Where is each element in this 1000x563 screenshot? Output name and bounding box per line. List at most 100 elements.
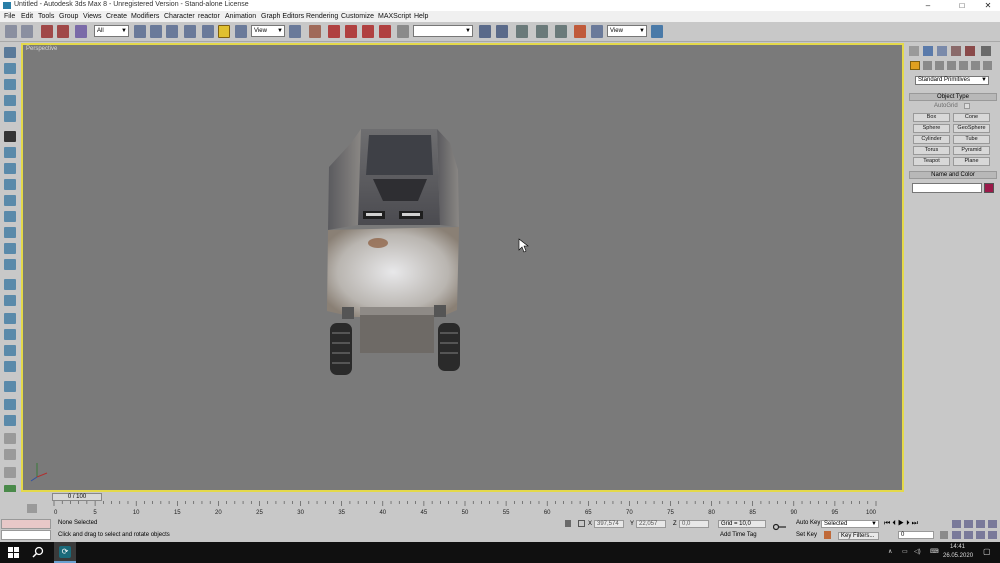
close-button[interactable]: ✕: [976, 0, 1000, 11]
curve-editor-icon[interactable]: [536, 25, 548, 38]
systems-icon[interactable]: [983, 61, 992, 70]
set-key-button[interactable]: Set Key: [794, 532, 820, 540]
soft-body-modifier-icon[interactable]: [4, 399, 16, 410]
space-warps-icon[interactable]: [971, 61, 980, 70]
deforming-mesh-icon[interactable]: [4, 111, 16, 122]
maxscript-listener-mini[interactable]: [1, 519, 51, 529]
helpers-icon[interactable]: [959, 61, 968, 70]
torus-button[interactable]: Torus: [913, 146, 950, 155]
rope-collection-icon[interactable]: [4, 95, 16, 106]
sphere-button[interactable]: Sphere: [913, 124, 950, 133]
cone-button[interactable]: Cone: [953, 113, 990, 122]
category-dropdown[interactable]: Standard Primitives ▼: [915, 76, 989, 85]
key-filters-button[interactable]: Key Filters...: [838, 532, 879, 540]
analyze-world-icon[interactable]: [4, 449, 16, 460]
arc-rotate-icon[interactable]: [976, 531, 985, 539]
cameras-icon[interactable]: [947, 61, 956, 70]
reference-coordinate-dropdown[interactable]: View ▼: [251, 25, 285, 37]
menu-maxscript[interactable]: MAXScript: [378, 13, 411, 20]
spinner-snap-icon[interactable]: [379, 25, 391, 38]
maximize-viewport-icon[interactable]: [988, 531, 997, 539]
volume-icon[interactable]: ◁): [914, 548, 921, 555]
z-coordinate-field[interactable]: 0,0: [679, 520, 709, 528]
select-and-manipulate-icon[interactable]: [309, 25, 321, 38]
rigid-body-collection-icon[interactable]: [4, 47, 16, 58]
undo-icon[interactable]: [5, 25, 17, 38]
set-key-icon[interactable]: [772, 523, 787, 531]
box-button[interactable]: Box: [913, 113, 950, 122]
shapes-icon[interactable]: [923, 61, 932, 70]
menu-animation[interactable]: Animation: [225, 13, 256, 20]
menu-create[interactable]: Create: [106, 13, 127, 20]
menu-file[interactable]: File: [4, 13, 15, 20]
key-mode-toggle-icon[interactable]: [940, 531, 948, 539]
select-by-name-icon[interactable]: [150, 25, 162, 38]
display-tab-icon[interactable]: [965, 46, 975, 56]
search-icon[interactable]: [31, 546, 45, 559]
auto-key-mode-dropdown[interactable]: Selected ▼: [821, 520, 879, 528]
select-object-icon[interactable]: [134, 25, 146, 38]
cylinder-button[interactable]: Cylinder: [913, 135, 950, 144]
material-editor-icon[interactable]: [574, 25, 586, 38]
tube-button[interactable]: Tube: [953, 135, 990, 144]
edit-named-selection-icon[interactable]: [397, 25, 409, 38]
quick-render-icon[interactable]: [651, 25, 663, 38]
object-color-swatch[interactable]: [984, 183, 994, 193]
window-crossing-icon[interactable]: [184, 25, 196, 38]
zoom-extents-all-icon[interactable]: [988, 520, 997, 528]
menu-graph-editors[interactable]: Graph Editors: [261, 13, 304, 20]
auto-key-button[interactable]: Auto Key: [794, 520, 820, 528]
redo-icon[interactable]: [21, 25, 33, 38]
perspective-viewport[interactable]: Perspective: [21, 43, 904, 492]
dashpot-icon[interactable]: [4, 163, 16, 174]
menu-tools[interactable]: Tools: [38, 13, 54, 20]
convexity-test-icon[interactable]: [4, 433, 16, 444]
key-mode-icon[interactable]: [824, 531, 831, 539]
menu-group[interactable]: Group: [59, 13, 78, 20]
open-mini-curve-editor-icon[interactable]: [27, 504, 37, 513]
bind-space-warp-icon[interactable]: [75, 25, 87, 38]
geometry-icon[interactable]: [910, 61, 920, 70]
add-time-tag[interactable]: Add Time Tag: [718, 532, 766, 540]
snaps-toggle-icon[interactable]: [328, 25, 340, 38]
object-type-rollout-header[interactable]: Object Type: [909, 93, 997, 101]
render-scene-icon[interactable]: [591, 25, 603, 38]
motor-icon[interactable]: [4, 179, 16, 190]
layer-manager-icon[interactable]: [516, 25, 528, 38]
render-view-dropdown[interactable]: View ▼: [607, 25, 647, 37]
water-icon[interactable]: [4, 243, 16, 254]
notifications-icon[interactable]: ▢: [983, 547, 991, 556]
align-icon[interactable]: [496, 25, 508, 38]
constraint-solver-icon[interactable]: [4, 259, 16, 270]
named-selection-dropdown[interactable]: ▼: [413, 25, 473, 37]
preview-animation-icon[interactable]: [4, 467, 16, 478]
track-bar[interactable]: 0 5 10 15 20 25 30 35 40 45 50 55 60 65 70 75 80 85 90 95 10…: [52, 501, 880, 516]
hierarchy-tab-icon[interactable]: [937, 46, 947, 56]
fracture-icon[interactable]: [4, 227, 16, 238]
pan-icon[interactable]: [964, 531, 973, 539]
select-and-rotate-icon[interactable]: [218, 25, 230, 38]
mirror-icon[interactable]: [479, 25, 491, 38]
play-icon[interactable]: ▶: [898, 520, 906, 527]
menu-character[interactable]: Character: [164, 13, 195, 20]
y-coordinate-field[interactable]: 22,057: [636, 520, 666, 528]
taskbar-3dsmax-button[interactable]: ⟳: [54, 542, 76, 563]
autogrid-checkbox[interactable]: [964, 103, 970, 109]
wind-icon[interactable]: [4, 195, 16, 206]
keyboard-language-icon[interactable]: ⌨: [930, 548, 939, 555]
menu-views[interactable]: Views: [83, 13, 102, 20]
zoom-all-icon[interactable]: [964, 520, 973, 528]
maxscript-input[interactable]: [1, 530, 51, 540]
soft-body-collection-icon[interactable]: [4, 79, 16, 90]
lights-icon[interactable]: [935, 61, 944, 70]
utilities-tab-icon[interactable]: [981, 46, 991, 56]
cloth-modifier-icon[interactable]: [4, 381, 16, 392]
teapot-button[interactable]: Teapot: [913, 157, 950, 166]
zoom-icon[interactable]: [952, 520, 961, 528]
zoom-extents-icon[interactable]: [976, 520, 985, 528]
plane-icon[interactable]: [4, 131, 16, 142]
menu-rendering[interactable]: Rendering: [306, 13, 338, 20]
network-icon[interactable]: ▭: [902, 548, 908, 555]
unlink-icon[interactable]: [57, 25, 69, 38]
field-of-view-icon[interactable]: [952, 531, 961, 539]
